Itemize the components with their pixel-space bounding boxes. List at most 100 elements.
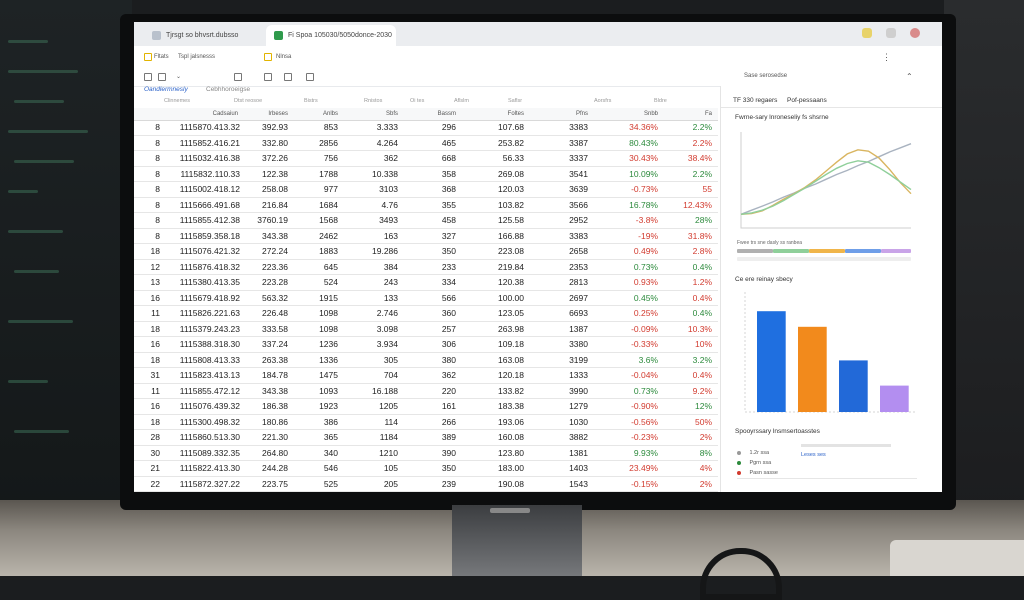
- table-cell[interactable]: 1115089.332.35: [158, 446, 240, 461]
- bookmark-icon[interactable]: [886, 28, 896, 38]
- table-cell[interactable]: 525: [294, 477, 338, 492]
- row-number[interactable]: 21: [140, 461, 160, 476]
- table-cell[interactable]: 3.934: [348, 337, 398, 352]
- chart-bar[interactable]: [757, 311, 786, 412]
- document-name[interactable]: Tspl jalsnesss: [178, 54, 215, 60]
- table-cell[interactable]: 3.333: [348, 120, 398, 135]
- table-cell[interactable]: 10.3%: [664, 322, 712, 337]
- table-cell[interactable]: 1115380.413.35: [158, 275, 240, 290]
- table-cell[interactable]: 10.09%: [600, 167, 658, 182]
- table-cell[interactable]: 1788: [294, 167, 338, 182]
- column-letter[interactable]: Aflslm: [454, 98, 469, 104]
- table-row[interactable]: 16 1115679.418.92 563.32 1915 133 566 100.00 26…: [134, 291, 718, 306]
- table-cell[interactable]: 2.2%: [664, 120, 712, 135]
- table-cell[interactable]: 0.4%: [664, 368, 712, 383]
- table-cell[interactable]: 3199: [534, 353, 588, 368]
- column-header[interactable]: Foltes: [474, 108, 524, 120]
- table-cell[interactable]: 380: [410, 353, 456, 368]
- table-cell[interactable]: 3541: [534, 167, 588, 182]
- table-row[interactable]: 28 1115860.513.30 221.30 365 1184 389 160.08 38…: [134, 430, 718, 446]
- table-row[interactable]: 11 1115855.472.12 343.38 1093 16.188 220 133.8…: [134, 384, 718, 399]
- table-cell[interactable]: 360: [410, 306, 456, 321]
- table-cell[interactable]: 1115826.221.63: [158, 306, 240, 321]
- table-cell[interactable]: 2658: [534, 244, 588, 259]
- row-number[interactable]: 8: [140, 136, 160, 151]
- summary-link[interactable]: Leses ses: [801, 452, 826, 458]
- table-cell[interactable]: 1403: [534, 461, 588, 476]
- table-cell[interactable]: 1684: [294, 198, 338, 213]
- table-cell[interactable]: 368: [410, 182, 456, 197]
- table-cell[interactable]: 0.4%: [664, 260, 712, 275]
- table-cell[interactable]: 306: [410, 337, 456, 352]
- table-cell[interactable]: 1115076.439.32: [158, 399, 240, 414]
- row-number[interactable]: 16: [140, 291, 160, 306]
- table-cell[interactable]: 1098: [294, 322, 338, 337]
- table-cell[interactable]: 1543: [534, 477, 588, 492]
- table-cell[interactable]: 1210: [348, 446, 398, 461]
- column-header[interactable]: Cadsaiun: [174, 108, 238, 120]
- menu-item[interactable]: Nlnsa: [276, 54, 291, 60]
- table-cell[interactable]: 16.78%: [600, 198, 658, 213]
- table-cell[interactable]: 1115379.243.23: [158, 322, 240, 337]
- table-cell[interactable]: 163: [348, 229, 398, 244]
- table-cell[interactable]: 4.264: [348, 136, 398, 151]
- table-cell[interactable]: 458: [410, 213, 456, 228]
- table-cell[interactable]: 3493: [348, 213, 398, 228]
- table-cell[interactable]: 1279: [534, 399, 588, 414]
- column-letter[interactable]: Saflsr: [508, 98, 522, 104]
- table-cell[interactable]: 243: [348, 275, 398, 290]
- table-cell[interactable]: 1.2%: [664, 275, 712, 290]
- table-cell[interactable]: 190.08: [474, 477, 524, 492]
- align-icon[interactable]: [234, 73, 242, 81]
- table-cell[interactable]: 1115823.413.13: [158, 368, 240, 383]
- table-cell[interactable]: 2813: [534, 275, 588, 290]
- table-cell[interactable]: 1115002.418.12: [158, 182, 240, 197]
- chart-series-line[interactable]: [740, 143, 912, 215]
- table-cell[interactable]: 103.82: [474, 198, 524, 213]
- row-number[interactable]: 8: [140, 213, 160, 228]
- table-cell[interactable]: 704: [348, 368, 398, 383]
- table-cell[interactable]: 34.36%: [600, 120, 658, 135]
- folder-icon[interactable]: [264, 53, 272, 61]
- table-cell[interactable]: 186.38: [238, 399, 288, 414]
- table-cell[interactable]: 332.80: [238, 136, 288, 151]
- table-row[interactable]: 21 1115822.413.30 244.28 546 105 350 183.00 140…: [134, 461, 718, 477]
- table-cell[interactable]: 334: [410, 275, 456, 290]
- table-row[interactable]: 18 1115076.421.32 272.24 1883 19.286 350 223.0…: [134, 244, 718, 260]
- table-cell[interactable]: 2.2%: [664, 167, 712, 182]
- table-cell[interactable]: 1098: [294, 306, 338, 321]
- panel-tab[interactable]: Pof-pessaans: [787, 97, 827, 104]
- row-number[interactable]: 8: [140, 182, 160, 197]
- table-cell[interactable]: 163.08: [474, 353, 524, 368]
- line-chart[interactable]: [733, 126, 917, 236]
- table-cell[interactable]: 1115855.472.12: [158, 384, 240, 399]
- table-cell[interactable]: 1030: [534, 415, 588, 430]
- table-cell[interactable]: 272.24: [238, 244, 288, 259]
- table-cell[interactable]: 183.38: [474, 399, 524, 414]
- table-row[interactable]: 16 1115076.439.32 186.38 1923 1205 161 183.38 1…: [134, 399, 718, 415]
- table-cell[interactable]: 296: [410, 120, 456, 135]
- table-cell[interactable]: 3.2%: [664, 353, 712, 368]
- table-cell[interactable]: 0.25%: [600, 306, 658, 321]
- table-cell[interactable]: 223.28: [238, 275, 288, 290]
- table-cell[interactable]: 223.36: [238, 260, 288, 275]
- table-cell[interactable]: 355: [410, 198, 456, 213]
- table-cell[interactable]: 1915: [294, 291, 338, 306]
- table-cell[interactable]: 1923: [294, 399, 338, 414]
- browser-tab-1[interactable]: Tjrsgt so bhvsrt.dubsso: [144, 25, 264, 46]
- table-cell[interactable]: 3760.19: [238, 213, 288, 228]
- table-cell[interactable]: 2952: [534, 213, 588, 228]
- table-cell[interactable]: 524: [294, 275, 338, 290]
- row-number[interactable]: 8: [140, 198, 160, 213]
- table-cell[interactable]: 2856: [294, 136, 338, 151]
- table-cell[interactable]: 109.18: [474, 337, 524, 352]
- column-letter[interactable]: Rnistos: [364, 98, 382, 104]
- table-row[interactable]: 8 1115852.416.21 332.80 2856 4.264 465 253.82 3…: [134, 136, 718, 151]
- table-cell[interactable]: 125.58: [474, 213, 524, 228]
- star-icon[interactable]: [144, 53, 152, 61]
- table-cell[interactable]: 120.18: [474, 368, 524, 383]
- browser-tab-2[interactable]: Fi Spoa 105030/5050donce-2030: [266, 25, 396, 46]
- row-number[interactable]: 8: [140, 151, 160, 166]
- chart-bar[interactable]: [880, 385, 909, 412]
- table-cell[interactable]: 3337: [534, 151, 588, 166]
